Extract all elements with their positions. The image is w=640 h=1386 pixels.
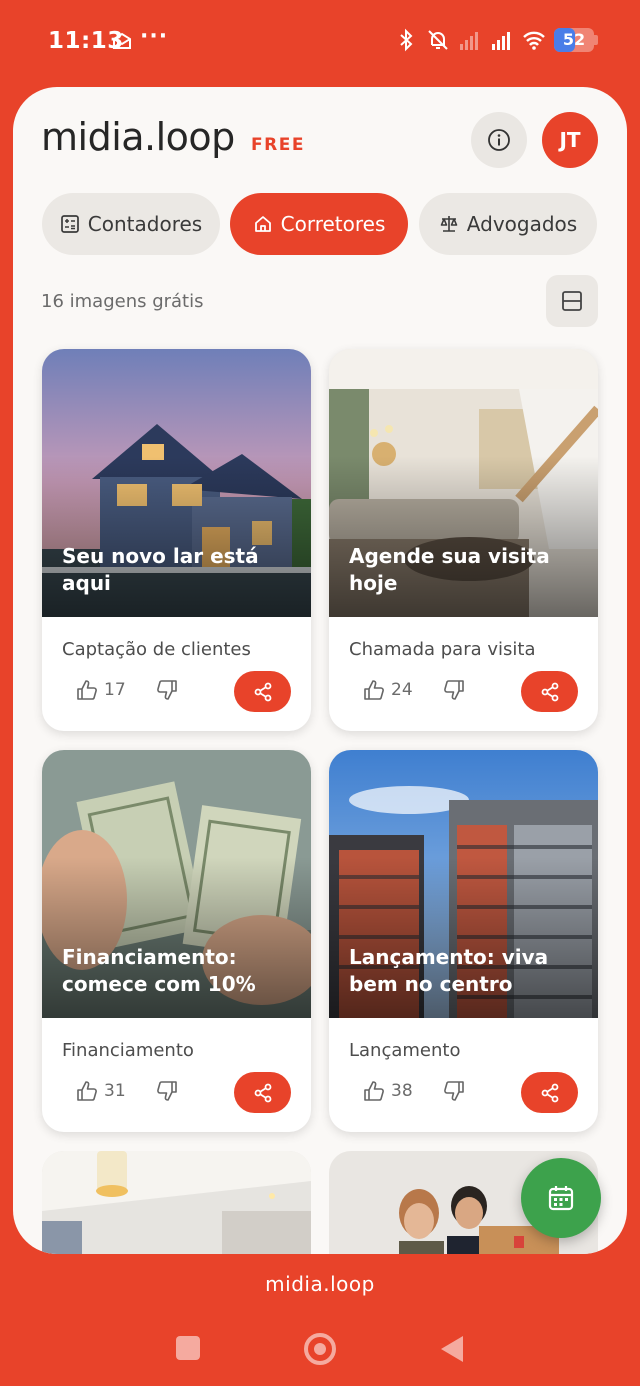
thumbs-up-icon xyxy=(364,680,384,700)
card-headline: Lançamento: viva bem no centro xyxy=(349,945,549,996)
card-category: Captação de clientes xyxy=(62,639,251,660)
tab-advogados[interactable]: Advogados xyxy=(419,193,597,255)
mail-notification-icon xyxy=(113,32,131,49)
home-button[interactable] xyxy=(304,1333,336,1365)
card-image-house[interactable]: Seu novo lar está aqui xyxy=(42,349,311,617)
wifi-icon xyxy=(523,31,545,50)
signal-weak-icon xyxy=(460,32,478,50)
more-notifications-icon: ··· xyxy=(140,24,169,49)
thumbs-down-icon xyxy=(157,1081,177,1101)
home-icon xyxy=(254,216,271,232)
card-image-living-room[interactable]: Agende sua visita hoje xyxy=(329,349,598,617)
calendar-icon xyxy=(548,1186,574,1211)
card-image-interior[interactable] xyxy=(42,1151,311,1254)
share-icon xyxy=(541,682,558,701)
battery-icon: 52 xyxy=(554,28,598,52)
share-icon xyxy=(254,1083,271,1102)
tab-label: Advogados xyxy=(466,212,578,236)
share-button[interactable] xyxy=(521,671,578,712)
tab-contadores[interactable]: Contadores xyxy=(42,193,220,255)
like-count: 38 xyxy=(391,1081,413,1101)
system-nav-bar xyxy=(0,1320,640,1380)
recents-button[interactable] xyxy=(176,1336,200,1360)
thumbs-down-icon xyxy=(157,680,177,700)
plan-badge: FREE xyxy=(251,135,305,155)
like-button[interactable]: 31 xyxy=(76,1080,126,1102)
like-button[interactable]: 38 xyxy=(363,1080,413,1102)
tab-label: Contadores xyxy=(87,212,203,236)
dislike-button[interactable] xyxy=(443,679,465,705)
share-button[interactable] xyxy=(521,1072,578,1113)
app-logo: midia.loop xyxy=(41,115,235,159)
image-card[interactable]: Agende sua visita hoje Chamada para visi… xyxy=(329,349,598,731)
tab-label: Corretores xyxy=(280,212,386,236)
image-count: 16 imagens grátis xyxy=(41,291,204,312)
thumbs-up-icon xyxy=(77,680,97,700)
like-count: 31 xyxy=(104,1081,126,1101)
thumbs-up-icon xyxy=(77,1081,97,1101)
card-headline: Seu novo lar está aqui xyxy=(62,544,259,595)
back-button[interactable] xyxy=(441,1336,463,1362)
card-category: Lançamento xyxy=(349,1040,461,1061)
avatar-initials: JT xyxy=(559,128,581,152)
battery-level: 52 xyxy=(562,30,586,49)
like-button[interactable]: 24 xyxy=(363,679,413,701)
like-count: 17 xyxy=(104,680,126,700)
dislike-button[interactable] xyxy=(156,679,178,705)
app-container: midia.loop FREE JT Contadores Corretores… xyxy=(13,87,627,1254)
thumbs-up-icon xyxy=(364,1081,384,1101)
image-card[interactable]: Financiamento: comece com 10% Financiame… xyxy=(42,750,311,1132)
dislike-button[interactable] xyxy=(443,1080,465,1106)
like-count: 24 xyxy=(391,680,413,700)
avatar[interactable]: JT xyxy=(542,112,598,168)
share-button[interactable] xyxy=(234,671,291,712)
share-icon xyxy=(254,682,271,701)
calculator-icon xyxy=(60,215,79,233)
share-icon xyxy=(541,1083,558,1102)
card-headline: Agende sua visita hoje xyxy=(349,544,550,595)
layout-toggle-button[interactable] xyxy=(546,275,598,327)
like-button[interactable]: 17 xyxy=(76,679,126,701)
info-button[interactable] xyxy=(471,112,527,168)
scale-icon xyxy=(440,216,458,232)
thumbs-down-icon xyxy=(444,680,464,700)
bluetooth-icon xyxy=(400,28,413,52)
image-card[interactable]: Lançamento: viva bem no centro Lançament… xyxy=(329,750,598,1132)
schedule-fab-button[interactable] xyxy=(521,1158,601,1238)
card-image-buildings[interactable]: Lançamento: viva bem no centro xyxy=(329,750,598,1018)
card-category: Financiamento xyxy=(62,1040,194,1061)
status-bar: 11:13 ··· 52 xyxy=(0,0,640,86)
card-image-money[interactable]: Financiamento: comece com 10% xyxy=(42,750,311,1018)
thumbs-down-icon xyxy=(444,1081,464,1101)
signal-icon xyxy=(492,32,510,50)
card-headline: Financiamento: comece com 10% xyxy=(62,945,256,996)
mute-bell-icon xyxy=(428,30,448,50)
share-button[interactable] xyxy=(234,1072,291,1113)
tab-corretores[interactable]: Corretores xyxy=(230,193,408,255)
footer-brand: midia.loop xyxy=(265,1272,375,1296)
card-category: Chamada para visita xyxy=(349,639,536,660)
layout-icon xyxy=(562,291,582,311)
image-card[interactable]: Seu novo lar está aqui Captação de clien… xyxy=(42,349,311,731)
info-icon xyxy=(488,129,510,151)
dislike-button[interactable] xyxy=(156,1080,178,1106)
